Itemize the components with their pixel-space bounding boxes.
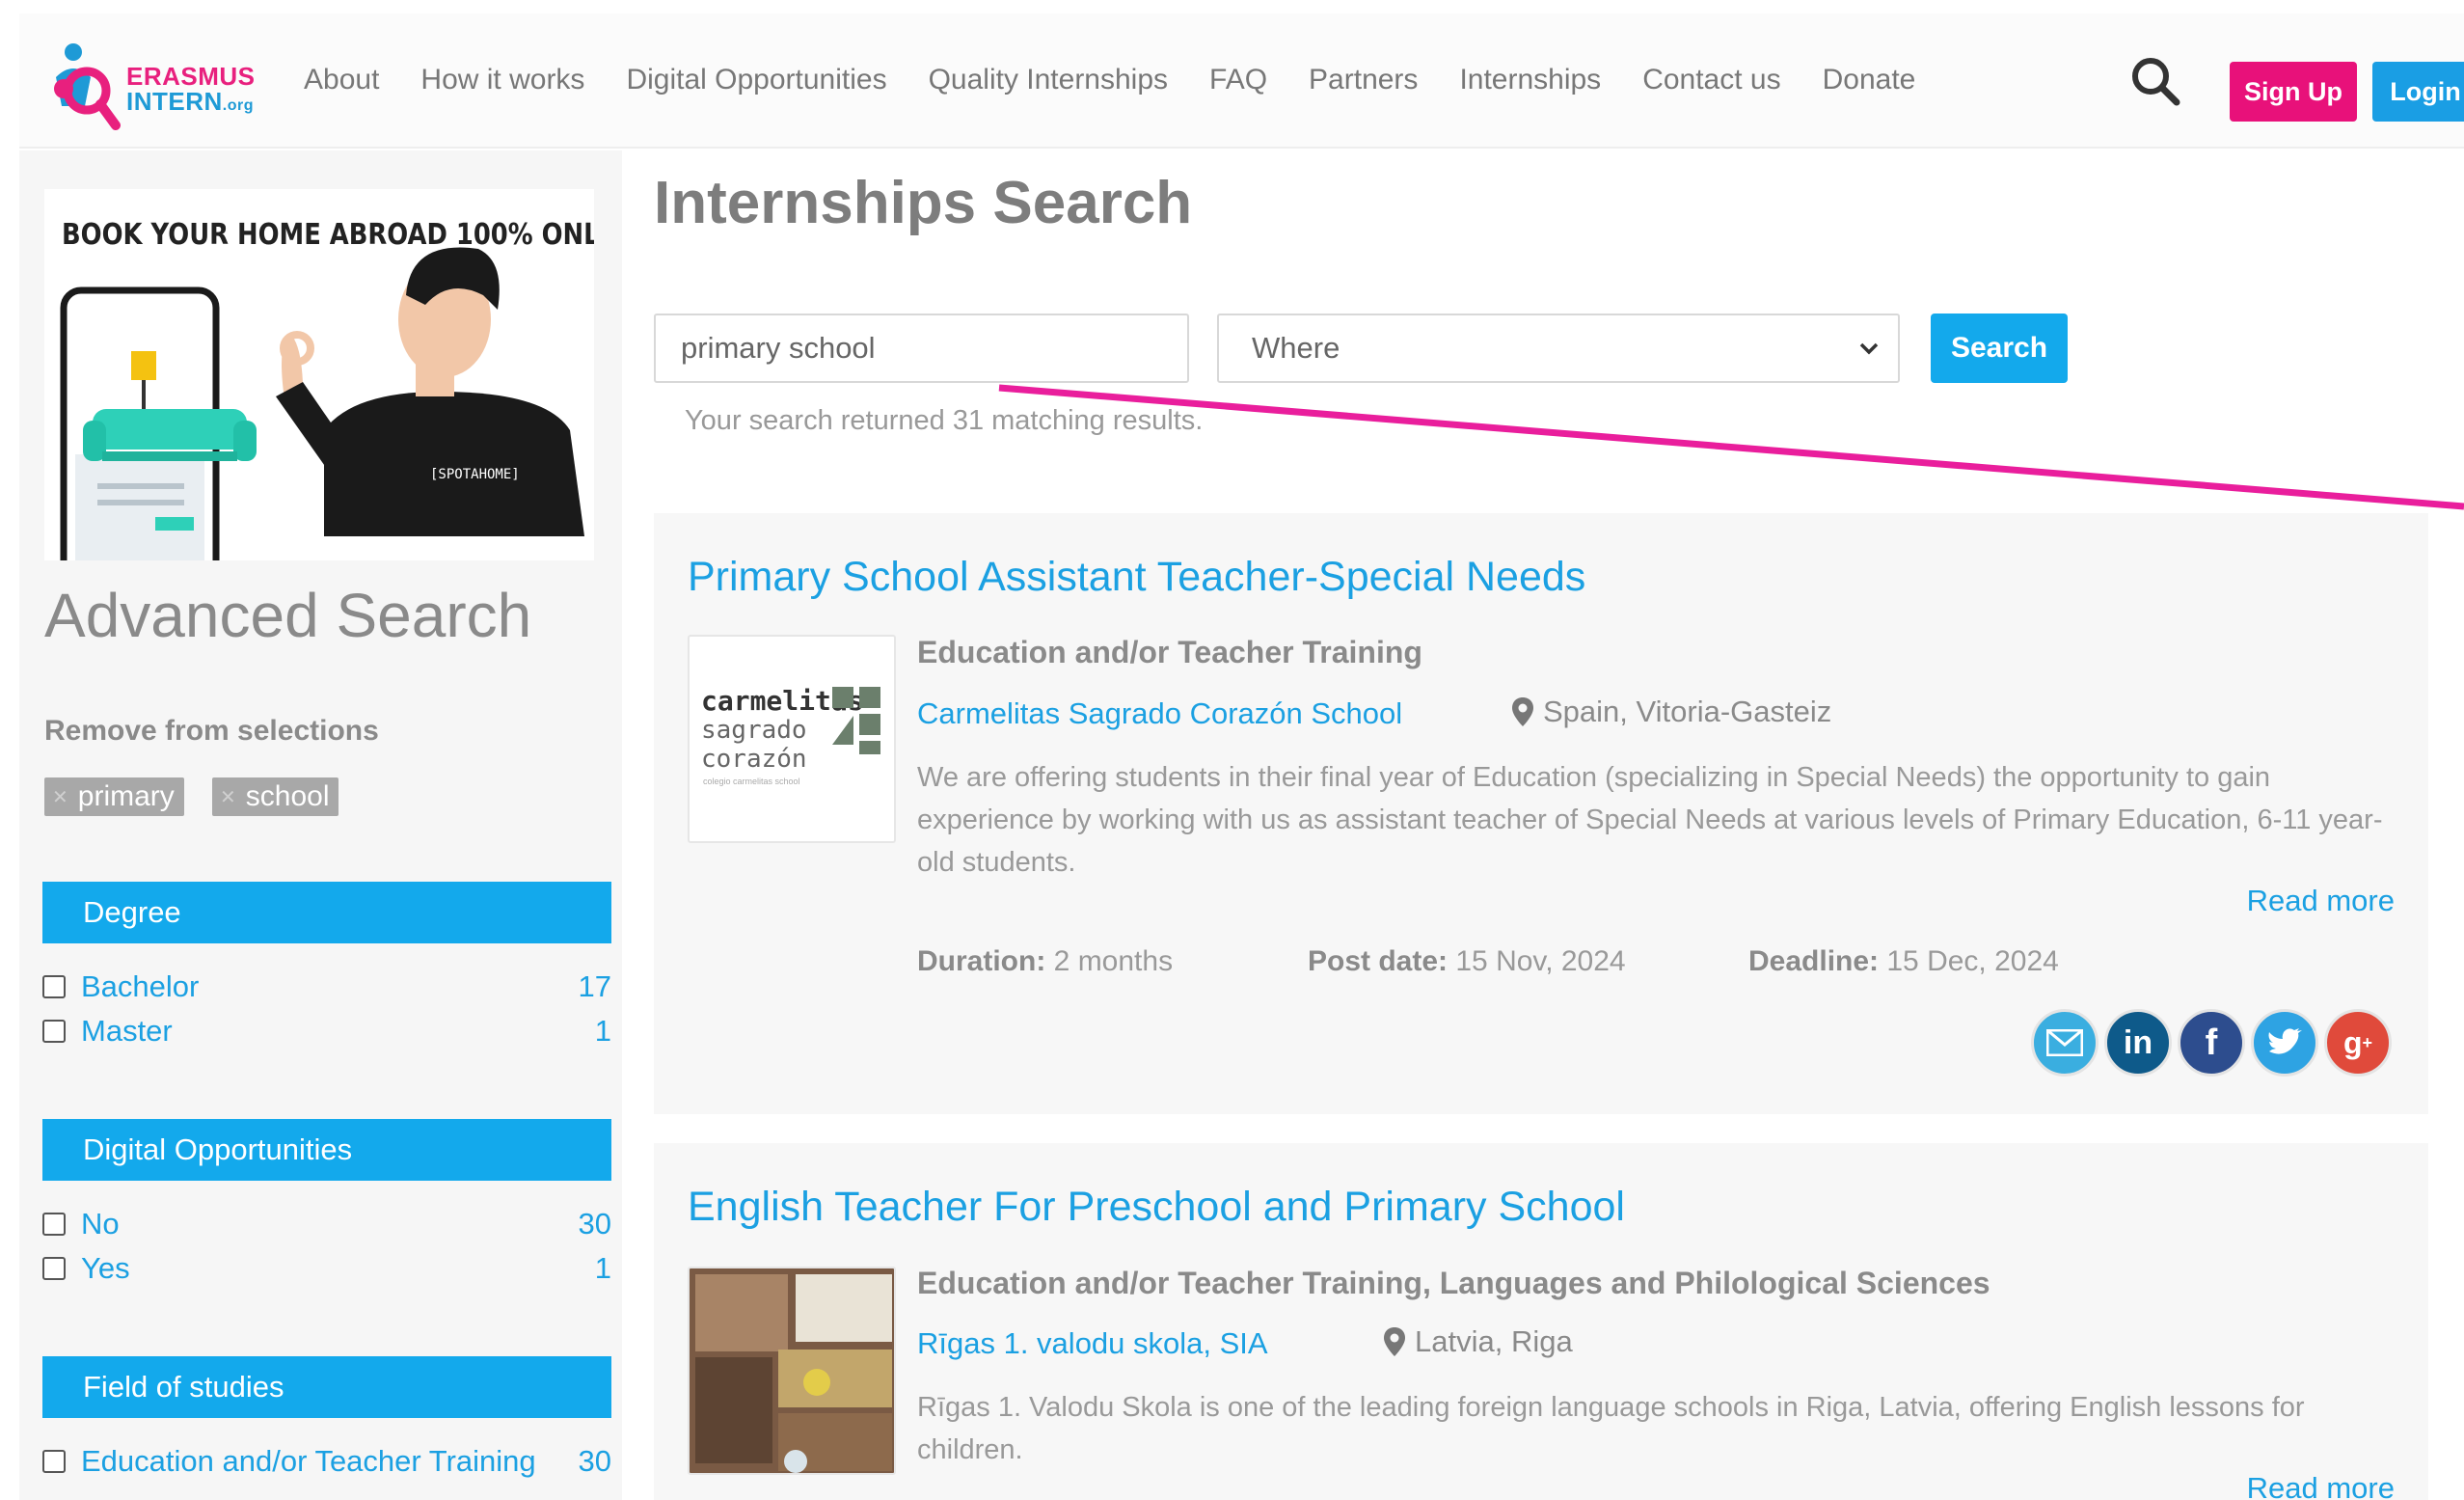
company-logo[interactable] (688, 1267, 896, 1475)
logo-line: sagrado (701, 716, 807, 745)
logo-line: corazón (701, 745, 807, 774)
sign-up-button[interactable]: Sign Up (2230, 62, 2357, 122)
facet-field-of-studies-header: Field of studies (42, 1356, 611, 1418)
erasmus-intern-logo[interactable]: ERASMUS INTERN.org (46, 31, 268, 137)
checkbox[interactable] (42, 975, 66, 998)
result-count-text: Your search returned 31 matching results… (685, 405, 1204, 436)
nav-internships[interactable]: Internships (1459, 64, 1601, 96)
result-location: Spain, Vitoria-Gasteiz (1512, 695, 1831, 729)
logo-line: colegio carmelitas school (703, 777, 800, 786)
logo-text-intern: INTERN.org (126, 87, 254, 116)
spotahome-ad-banner[interactable]: BOOK YOUR HOME ABROAD 100% ONLINE [SPOTA… (44, 189, 594, 560)
linkedin-share-icon[interactable]: in (2104, 1009, 2172, 1077)
deadline: Deadline: 15 Dec, 2024 (1748, 945, 2059, 977)
facet-degree-header: Degree (42, 882, 611, 943)
search-icon[interactable] (2126, 52, 2184, 110)
facet-option-count: 1 (594, 1251, 611, 1285)
result-card: Primary School Assistant Teacher-Special… (654, 513, 2428, 1114)
facet-option-no[interactable]: No 30 (42, 1205, 611, 1243)
result-card: English Teacher For Preschool and Primar… (654, 1143, 2428, 1500)
twitter-share-icon[interactable] (2251, 1009, 2318, 1077)
school-photo-collage (690, 1268, 894, 1473)
tag-label: school (245, 780, 330, 812)
result-title-link[interactable]: English Teacher For Preschool and Primar… (688, 1184, 1625, 1231)
facet-option-count: 30 (578, 1207, 611, 1241)
checkbox[interactable] (42, 1257, 66, 1280)
location-select-value: Where (1252, 331, 1340, 365)
map-pin-icon (1384, 1327, 1405, 1356)
keyword-search-input[interactable] (654, 314, 1189, 383)
location-text: Latvia, Riga (1415, 1324, 1573, 1358)
selection-tag-school[interactable]: ✕ school (212, 777, 339, 816)
result-organization-link[interactable]: Carmelitas Sagrado Corazón School (917, 696, 1402, 731)
facet-option-master[interactable]: Master 1 (42, 1012, 611, 1050)
site-header: ERASMUS INTERN.org About How it works Di… (19, 14, 2464, 149)
checkbox[interactable] (42, 1020, 66, 1043)
result-field: Education and/or Teacher Training (917, 635, 1422, 669)
checkbox[interactable] (42, 1213, 66, 1236)
remove-selections-label: Remove from selections (44, 715, 379, 747)
read-more-link[interactable]: Read more (2247, 1471, 2395, 1500)
nav-faq[interactable]: FAQ (1209, 64, 1267, 96)
nav-quality-internships[interactable]: Quality Internships (929, 64, 1168, 96)
result-title-link[interactable]: Primary School Assistant Teacher-Special… (688, 554, 1585, 601)
logo-figure-icon (54, 43, 121, 130)
location-select[interactable]: Where (1217, 314, 1900, 383)
result-description: We are offering students in their final … (917, 762, 2383, 878)
post-date: Post date: 15 Nov, 2024 (1308, 945, 1626, 977)
chevron-down-icon (1859, 342, 1879, 355)
main-nav: About How it works Digital Opportunities… (304, 64, 1915, 96)
nav-digital-opportunities[interactable]: Digital Opportunities (626, 64, 886, 96)
facet-option-label[interactable]: Master (81, 1014, 173, 1049)
selection-tag-primary[interactable]: ✕ primary (44, 777, 184, 816)
sidebar: BOOK YOUR HOME ABROAD 100% ONLINE [SPOTA… (19, 150, 622, 1500)
page-title: Internships Search (654, 170, 1193, 236)
facet-option-bachelor[interactable]: Bachelor 17 (42, 968, 611, 1006)
result-description: Rīgas 1. Valodu Skola is one of the lead… (917, 1392, 2305, 1465)
login-button[interactable]: Login (2372, 62, 2464, 122)
nav-about[interactable]: About (304, 64, 379, 96)
facet-option-count: 17 (578, 969, 611, 1003)
tag-label: primary (77, 780, 175, 812)
ad-brand-label: [SPOTAHOME] (430, 467, 520, 482)
advanced-search-title: Advanced Search (44, 581, 532, 650)
remove-tag-icon[interactable]: ✕ (220, 785, 236, 809)
location-text: Spain, Vitoria-Gasteiz (1543, 695, 1832, 728)
remove-tag-icon[interactable]: ✕ (52, 785, 68, 809)
facet-option-label[interactable]: Education and/or Teacher Training (81, 1444, 536, 1479)
facet-option-label[interactable]: Bachelor (81, 969, 199, 1004)
result-location: Latvia, Riga (1384, 1324, 1573, 1359)
duration: Duration: 2 months (917, 945, 1174, 977)
nav-donate[interactable]: Donate (1823, 64, 1916, 96)
result-field: Education and/or Teacher Training, Langu… (917, 1266, 1990, 1300)
email-share-icon[interactable] (2031, 1009, 2098, 1077)
company-logo[interactable]: carmelitas sagrado corazón colegio carme… (688, 635, 896, 843)
nav-contact-us[interactable]: Contact us (1642, 64, 1780, 96)
facet-option-yes[interactable]: Yes 1 (42, 1249, 611, 1288)
ad-illustration: [SPOTAHOME] (60, 247, 584, 560)
checkbox[interactable] (42, 1450, 66, 1473)
read-more-link[interactable]: Read more (2247, 884, 2395, 918)
facet-option-count: 1 (594, 1014, 611, 1048)
facet-option-count: 30 (578, 1444, 611, 1478)
facet-option-education[interactable]: Education and/or Teacher Training 30 (42, 1442, 611, 1481)
facet-option-label[interactable]: Yes (81, 1251, 130, 1286)
google-plus-share-icon[interactable]: g + (2324, 1009, 2392, 1077)
facet-option-label[interactable]: No (81, 1207, 120, 1241)
result-organization-link[interactable]: Rīgas 1. valodu skola, SIA (917, 1326, 1268, 1361)
carmelitas-emblem-icon (832, 687, 880, 754)
map-pin-icon (1512, 697, 1533, 726)
facet-digital-opportunities-header: Digital Opportunities (42, 1119, 611, 1181)
nav-partners[interactable]: Partners (1309, 64, 1418, 96)
facebook-share-icon[interactable]: f (2178, 1009, 2245, 1077)
search-button[interactable]: Search (1931, 314, 2068, 383)
nav-how-it-works[interactable]: How it works (420, 64, 584, 96)
